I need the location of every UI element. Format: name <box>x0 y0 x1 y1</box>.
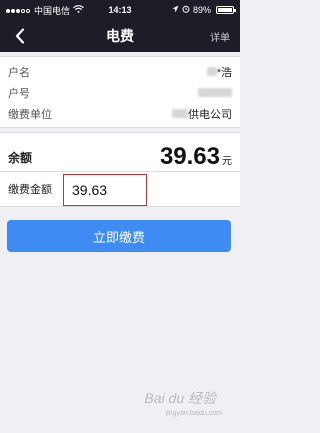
pay-now-button[interactable]: 立即缴费 <box>7 220 231 252</box>
nav-bar: 电费 详单 <box>0 20 240 52</box>
payee-text: 供电公司 <box>188 108 232 121</box>
payee-value: 供电公司 <box>172 106 232 122</box>
redacted-block <box>206 67 217 76</box>
account-name-text: *浩 <box>216 66 232 79</box>
battery-icon <box>216 6 236 14</box>
battery-percent: 89% <box>192 5 211 15</box>
balance-unit: 元 <box>222 156 232 167</box>
battery-fill <box>218 8 233 12</box>
location-icon <box>172 5 179 15</box>
chevron-left-icon <box>15 28 25 44</box>
balance-value: 39.63 元 <box>160 143 232 171</box>
status-left: 中国电信 <box>6 4 84 17</box>
account-name-value: *浩 <box>206 64 232 80</box>
account-name-label: 户名 <box>8 66 30 79</box>
watermark: Bai du 经验 <box>144 388 216 408</box>
payment-amount-input[interactable] <box>63 174 147 206</box>
account-number-value <box>198 88 232 97</box>
details-link[interactable]: 详单 <box>210 29 230 44</box>
status-bar: 中国电信 14:13 89% <box>0 0 240 20</box>
info-row-payee: 缴费单位 供电公司 <box>8 103 232 124</box>
redacted-block <box>198 88 232 97</box>
balance-amount: 39.63 <box>159 143 220 170</box>
account-number-label: 户号 <box>8 87 30 100</box>
page-title: 电费 <box>106 28 134 44</box>
balance-label: 余额 <box>8 150 33 165</box>
watermark-text: Bai du 经验 <box>144 390 216 406</box>
info-row-account-name: 户名 *浩 <box>8 61 232 82</box>
back-button[interactable] <box>10 26 30 46</box>
wifi-icon <box>73 5 84 15</box>
watermark-url: jingyan.baidu.com <box>165 410 222 417</box>
payment-amount-label: 缴费金额 <box>8 184 52 196</box>
status-right: 89% <box>172 5 236 15</box>
redacted-block <box>172 109 188 118</box>
payee-label: 缴费单位 <box>8 108 52 121</box>
alarm-icon <box>182 5 190 15</box>
account-info-panel: 户名 *浩 户号 缴费单位 供电公司 <box>0 56 240 128</box>
payment-panel: 缴费金额 <box>0 171 240 207</box>
signal-icon <box>6 5 31 15</box>
info-row-account-number: 户号 <box>8 82 232 103</box>
carrier-label: 中国电信 <box>34 5 71 16</box>
